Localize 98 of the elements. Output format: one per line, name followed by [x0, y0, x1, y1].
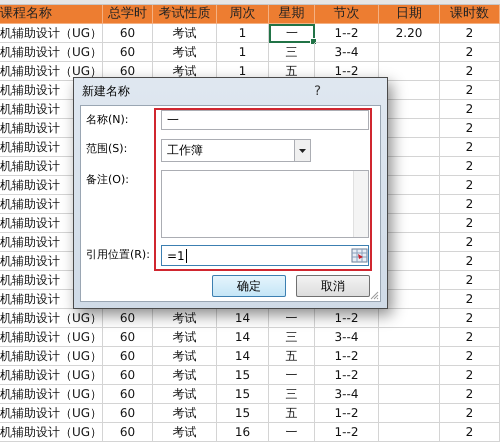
- table-cell[interactable]: 2: [440, 176, 500, 195]
- table-cell[interactable]: 一: [269, 423, 315, 442]
- table-cell[interactable]: 2: [440, 385, 500, 404]
- table-cell[interactable]: 2: [440, 233, 500, 252]
- table-cell[interactable]: 1--2: [315, 24, 379, 43]
- table-cell[interactable]: [379, 385, 440, 404]
- column-header: 总学时: [103, 5, 153, 24]
- table-cell[interactable]: [379, 366, 440, 385]
- column-header: 课时数: [440, 5, 500, 24]
- table-cell[interactable]: 14: [217, 328, 269, 347]
- table-cell[interactable]: 14: [217, 347, 269, 366]
- table-cell[interactable]: 1: [217, 43, 269, 62]
- table-cell[interactable]: 1--2: [315, 347, 379, 366]
- table-cell[interactable]: 2: [440, 43, 500, 62]
- column-header: 周次: [217, 5, 269, 24]
- table-cell[interactable]: 考试: [153, 43, 217, 62]
- table-cell[interactable]: 16: [217, 423, 269, 442]
- table-cell[interactable]: 五: [269, 347, 315, 366]
- table-cell[interactable]: 60: [103, 24, 153, 43]
- table-cell[interactable]: [379, 328, 440, 347]
- table-cell[interactable]: 机辅助设计（UG）: [0, 423, 103, 442]
- column-header: 日期: [379, 5, 440, 24]
- table-cell[interactable]: 60: [103, 366, 153, 385]
- table-cell[interactable]: 考试: [153, 366, 217, 385]
- ok-button[interactable]: 确定: [212, 275, 286, 297]
- table-cell[interactable]: 1: [217, 24, 269, 43]
- table-cell[interactable]: 60: [103, 328, 153, 347]
- table-cell[interactable]: 机辅助设计（UG）: [0, 404, 103, 423]
- column-header: 星期: [269, 5, 315, 24]
- table-cell[interactable]: 2: [440, 119, 500, 138]
- table-cell[interactable]: 一: [269, 366, 315, 385]
- name-field[interactable]: 一: [161, 110, 369, 130]
- table-cell[interactable]: 2: [440, 157, 500, 176]
- table-cell[interactable]: 考试: [153, 404, 217, 423]
- range-select-icon[interactable]: [351, 246, 368, 265]
- table-cell[interactable]: [379, 43, 440, 62]
- table-cell[interactable]: 机辅助设计（UG）: [0, 43, 103, 62]
- table-cell[interactable]: 机辅助设计（UG）: [0, 24, 103, 43]
- table-cell[interactable]: 2: [440, 252, 500, 271]
- table-cell[interactable]: 15: [217, 366, 269, 385]
- help-button[interactable]: ?: [314, 84, 321, 99]
- table-cell[interactable]: 60: [103, 404, 153, 423]
- table-cell[interactable]: 2: [440, 328, 500, 347]
- table-cell[interactable]: 2: [440, 24, 500, 43]
- table-cell[interactable]: [379, 423, 440, 442]
- reference-field[interactable]: =1: [161, 245, 369, 266]
- fill-handle[interactable]: [310, 38, 317, 45]
- dropdown-arrow-icon: [299, 148, 306, 152]
- table-cell[interactable]: 机辅助设计（UG）: [0, 385, 103, 404]
- table-cell[interactable]: 2: [440, 195, 500, 214]
- table-cell[interactable]: 60: [103, 423, 153, 442]
- table-cell[interactable]: 60: [103, 43, 153, 62]
- table-cell[interactable]: 15: [217, 385, 269, 404]
- table-cell[interactable]: 三: [269, 385, 315, 404]
- table-cell[interactable]: 3--4: [315, 385, 379, 404]
- table-cell[interactable]: 考试: [153, 423, 217, 442]
- table-cell[interactable]: 2: [440, 404, 500, 423]
- table-cell[interactable]: 考试: [153, 24, 217, 43]
- column-header: 考试性质: [153, 5, 217, 24]
- table-cell[interactable]: 2: [440, 423, 500, 442]
- table-cell[interactable]: [379, 347, 440, 366]
- table-cell[interactable]: 一: [269, 24, 315, 43]
- cancel-button[interactable]: 取消: [296, 275, 370, 297]
- resize-grip-icon[interactable]: [370, 291, 379, 300]
- scrollbar[interactable]: [353, 171, 368, 237]
- column-header: 节次: [315, 5, 379, 24]
- table-cell[interactable]: 考试: [153, 347, 217, 366]
- table-cell[interactable]: 2: [440, 81, 500, 100]
- table-cell[interactable]: 2.20: [379, 24, 440, 43]
- table-cell[interactable]: 2: [440, 309, 500, 328]
- table-cell[interactable]: 2: [440, 62, 500, 81]
- table-cell[interactable]: 3--4: [315, 43, 379, 62]
- table-cell[interactable]: 考试: [153, 328, 217, 347]
- table-cell[interactable]: 60: [103, 347, 153, 366]
- table-cell[interactable]: 2: [440, 138, 500, 157]
- table-cell[interactable]: 三: [269, 328, 315, 347]
- table-cell[interactable]: 1--2: [315, 404, 379, 423]
- table-cell[interactable]: 机辅助设计（UG）: [0, 366, 103, 385]
- table-cell[interactable]: 五: [269, 404, 315, 423]
- table-cell[interactable]: 2: [440, 100, 500, 119]
- table-cell[interactable]: 机辅助设计（UG）: [0, 328, 103, 347]
- table-cell[interactable]: 3--4: [315, 328, 379, 347]
- table-cell[interactable]: 2: [440, 290, 500, 309]
- table-cell[interactable]: 三: [269, 43, 315, 62]
- table-cell[interactable]: 2: [440, 366, 500, 385]
- table-cell[interactable]: 2: [440, 214, 500, 233]
- table-cell[interactable]: 60: [103, 385, 153, 404]
- table-cell[interactable]: 考试: [153, 385, 217, 404]
- table-cell[interactable]: 1--2: [315, 366, 379, 385]
- table-cell[interactable]: 1--2: [315, 423, 379, 442]
- table-cell[interactable]: 15: [217, 404, 269, 423]
- table-cell[interactable]: 2: [440, 347, 500, 366]
- column-header: 课程名称: [0, 5, 103, 24]
- scope-dropdown[interactable]: 工作簿: [161, 139, 311, 162]
- table-cell[interactable]: 2: [440, 271, 500, 290]
- comment-field[interactable]: [161, 170, 369, 238]
- table-cell[interactable]: [379, 404, 440, 423]
- table-cell[interactable]: 机辅助设计（UG）: [0, 347, 103, 366]
